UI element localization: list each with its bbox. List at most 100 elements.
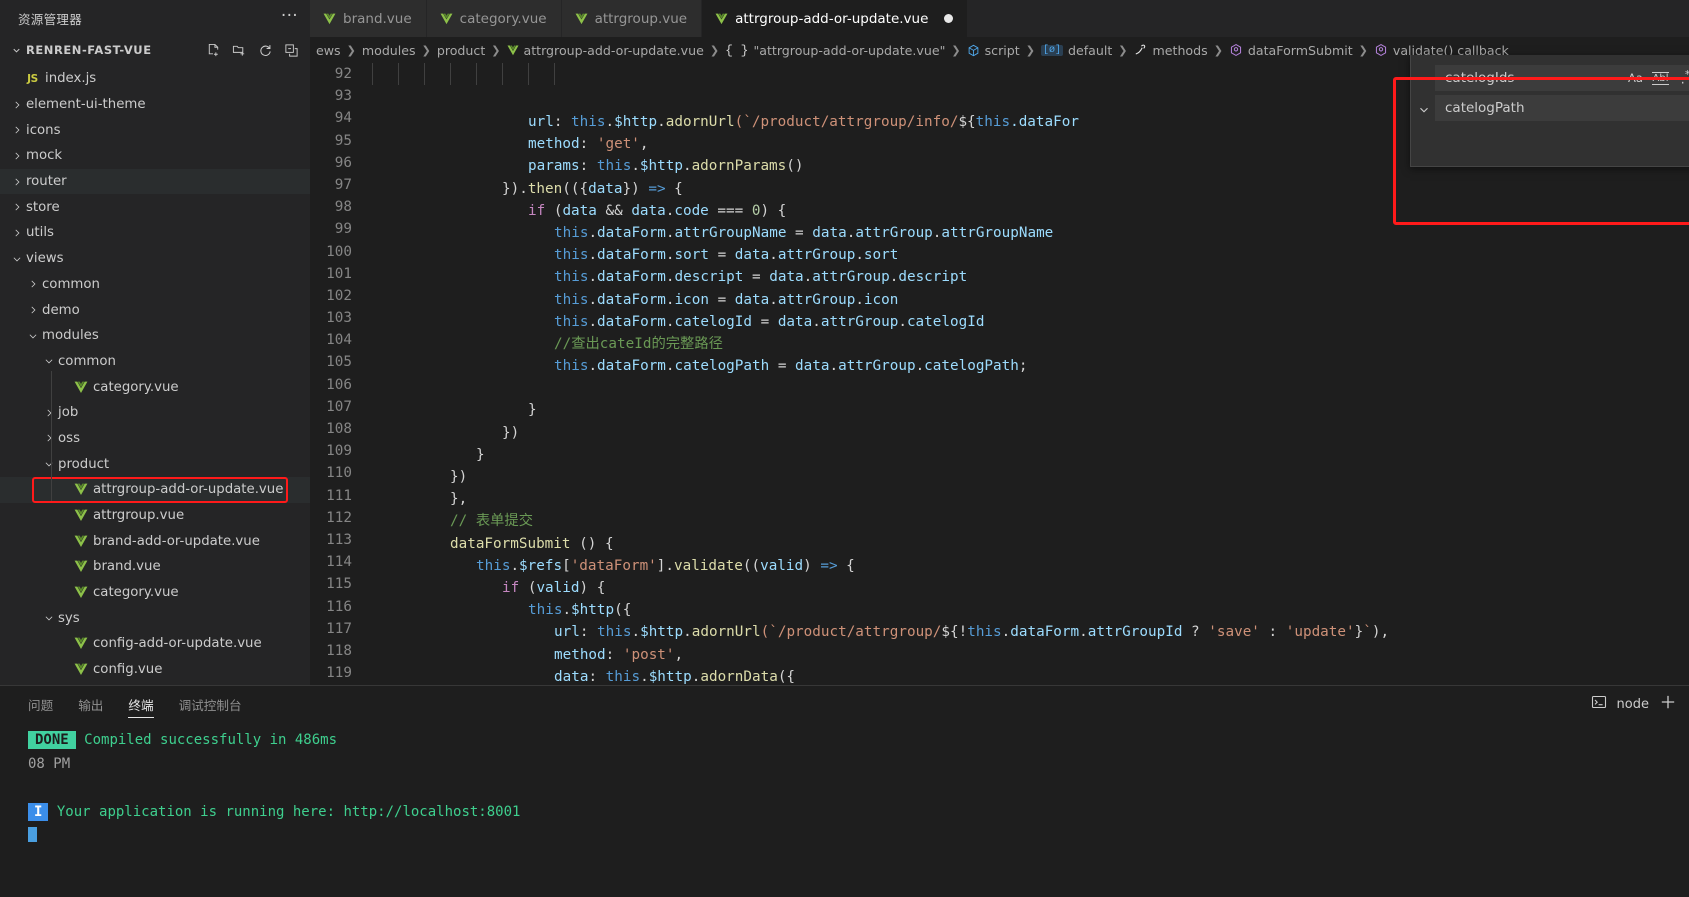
breadcrumb-item[interactable]: product	[437, 43, 485, 58]
breadcrumb-item[interactable]: attrgroup-add-or-update.vue	[507, 43, 704, 58]
replace-input[interactable]: catelogPath AB	[1435, 95, 1689, 121]
panel-tab[interactable]: 输出	[78, 686, 103, 722]
chevron-down-icon[interactable]	[8, 45, 24, 56]
new-terminal-icon[interactable]	[1659, 693, 1677, 715]
tree-file-row[interactable]: attrgroup-add-or-update.vue	[0, 477, 310, 503]
breadcrumb-item[interactable]: modules	[362, 43, 416, 58]
refresh-icon[interactable]	[258, 43, 273, 58]
tree-folder-row[interactable]: demo	[0, 297, 310, 323]
chevron-right-icon[interactable]	[10, 100, 23, 110]
code-line[interactable]: })	[372, 466, 1689, 488]
breadcrumb-item[interactable]: script	[967, 43, 1020, 58]
tree-folder-row[interactable]: oss	[0, 426, 310, 452]
code-line[interactable]: this.dataForm.catelogId = data.attrGroup…	[372, 311, 1689, 333]
tree-file-row[interactable]: config-add-or-update.vue	[0, 631, 310, 657]
code-line[interactable]	[372, 377, 1689, 399]
tree-folder-row[interactable]: modules	[0, 323, 310, 349]
js-file-icon: JS	[27, 72, 38, 85]
editor-tab[interactable]: brand.vue	[310, 0, 427, 37]
match-case-icon[interactable]: Aa	[1625, 68, 1646, 89]
code-line[interactable]: //查出cateId的完整路径	[372, 333, 1689, 355]
code-line[interactable]: this.dataForm.catelogPath = data.attrGro…	[372, 355, 1689, 377]
code-line[interactable]: this.dataForm.attrGroupName = data.attrG…	[372, 222, 1689, 244]
unsaved-indicator-icon[interactable]	[944, 14, 954, 23]
chevron-right-icon[interactable]	[42, 408, 55, 418]
code-line[interactable]: this.dataForm.descript = data.attrGroup.…	[372, 266, 1689, 288]
tree-file-row[interactable]: config.vue	[0, 657, 310, 683]
code-line[interactable]: }	[372, 399, 1689, 421]
code-line[interactable]: this.$refs['dataForm'].validate((valid) …	[372, 555, 1689, 577]
explorer-more-actions-icon[interactable]: ···	[281, 7, 298, 27]
code-line[interactable]: dataFormSubmit () {	[372, 533, 1689, 555]
chevron-down-icon[interactable]	[42, 459, 55, 469]
tree-file-row[interactable]: brand-add-or-update.vue	[0, 528, 310, 554]
code-line[interactable]: data: this.$http.adornData({	[372, 666, 1689, 685]
tree-folder-row[interactable]: icons	[0, 117, 310, 143]
chevron-right-icon[interactable]	[26, 305, 39, 315]
tree-folder-row[interactable]: common	[0, 349, 310, 375]
breadcrumb-item[interactable]: dataFormSubmit	[1229, 43, 1353, 58]
code-line[interactable]: })	[372, 422, 1689, 444]
chevron-down-icon[interactable]	[42, 613, 55, 623]
tree-folder-row[interactable]: store	[0, 194, 310, 220]
tree-folder-row[interactable]: product	[0, 451, 310, 477]
chevron-right-icon[interactable]	[10, 177, 23, 187]
terminal-name-label[interactable]: node	[1617, 697, 1649, 712]
new-file-icon[interactable]	[206, 43, 221, 58]
panel-tab[interactable]: 调试控制台	[179, 686, 242, 722]
use-regex-icon[interactable]: .*	[1675, 68, 1689, 89]
code-line[interactable]: this.dataForm.icon = data.attrGroup.icon	[372, 289, 1689, 311]
editor-tab[interactable]: category.vue	[426, 0, 562, 37]
chevron-right-icon[interactable]	[10, 228, 23, 238]
file-tree[interactable]: JS index.js element-ui-theme icons mock route…	[0, 63, 310, 685]
editor-tab[interactable]: attrgroup-add-or-update.vue	[702, 0, 969, 37]
terminal-output[interactable]: DONE Compiled successfully in 486ms 08 PM…	[0, 722, 1689, 897]
tree-folder-row[interactable]: router	[0, 168, 310, 195]
tree-file-row[interactable]: log.vue	[0, 683, 310, 686]
breadcrumb-item[interactable]: { } "attrgroup-add-or-update.vue"	[725, 43, 945, 58]
tree-file-row[interactable]: attrgroup.vue	[0, 503, 310, 529]
code-line[interactable]: },	[372, 488, 1689, 510]
code-line[interactable]: }).then(({data}) => {	[372, 178, 1689, 200]
find-replace-widget[interactable]: catelogIds Aa Abl .* 无结果	[1410, 55, 1689, 167]
chevron-down-icon[interactable]	[10, 254, 23, 264]
toggle-replace-chevron-down-icon[interactable]	[1413, 59, 1435, 160]
tree-folder-row[interactable]: utils	[0, 220, 310, 246]
code-line[interactable]: this.$http({	[372, 599, 1689, 621]
chevron-down-icon[interactable]	[26, 331, 39, 341]
tree-folder-row[interactable]: mock	[0, 143, 310, 169]
tree-folder-row[interactable]: common	[0, 272, 310, 298]
tree-file-row[interactable]: brand.vue	[0, 554, 310, 580]
tree-file-row[interactable]: JS index.js	[0, 66, 310, 92]
chevron-right-icon[interactable]	[26, 279, 39, 289]
breadcrumb-item[interactable]: ews	[316, 43, 341, 58]
code-line[interactable]: this.dataForm.sort = data.attrGroup.sort	[372, 244, 1689, 266]
find-input[interactable]: catelogIds Aa Abl .*	[1435, 65, 1689, 91]
chevron-right-icon[interactable]	[10, 125, 23, 135]
panel-tab[interactable]: 终端	[128, 686, 154, 722]
editor-tab[interactable]: attrgroup.vue	[561, 0, 703, 37]
code-line[interactable]: // 表单提交	[372, 510, 1689, 532]
new-folder-icon[interactable]	[232, 43, 247, 58]
code-line[interactable]: if (data && data.code === 0) {	[372, 200, 1689, 222]
match-whole-word-icon[interactable]: Abl	[1650, 68, 1671, 89]
tree-folder-row[interactable]: element-ui-theme	[0, 92, 310, 118]
tree-folder-row[interactable]: job	[0, 400, 310, 426]
code-line[interactable]: }	[372, 444, 1689, 466]
chevron-right-icon[interactable]	[42, 433, 55, 443]
tree-file-row[interactable]: category.vue	[0, 374, 310, 400]
chevron-right-icon[interactable]	[10, 202, 23, 212]
breadcrumb-item[interactable]: methods	[1133, 43, 1208, 58]
workspace-folder-header[interactable]: RENREN-FAST-VUE	[0, 37, 310, 63]
breadcrumb-item[interactable]: [ø] default	[1040, 43, 1112, 58]
tree-folder-row[interactable]: sys	[0, 605, 310, 631]
code-line[interactable]: method: 'post',	[372, 644, 1689, 666]
code-line[interactable]: if (valid) {	[372, 577, 1689, 599]
chevron-down-icon[interactable]	[42, 356, 55, 366]
tree-folder-row[interactable]: views	[0, 246, 310, 272]
code-line[interactable]: url: this.$http.adornUrl(`/product/attrg…	[372, 621, 1689, 643]
collapse-all-icon[interactable]	[284, 43, 299, 58]
tree-file-row[interactable]: category.vue	[0, 580, 310, 606]
panel-tab[interactable]: 问题	[28, 686, 53, 722]
chevron-right-icon[interactable]	[10, 151, 23, 161]
